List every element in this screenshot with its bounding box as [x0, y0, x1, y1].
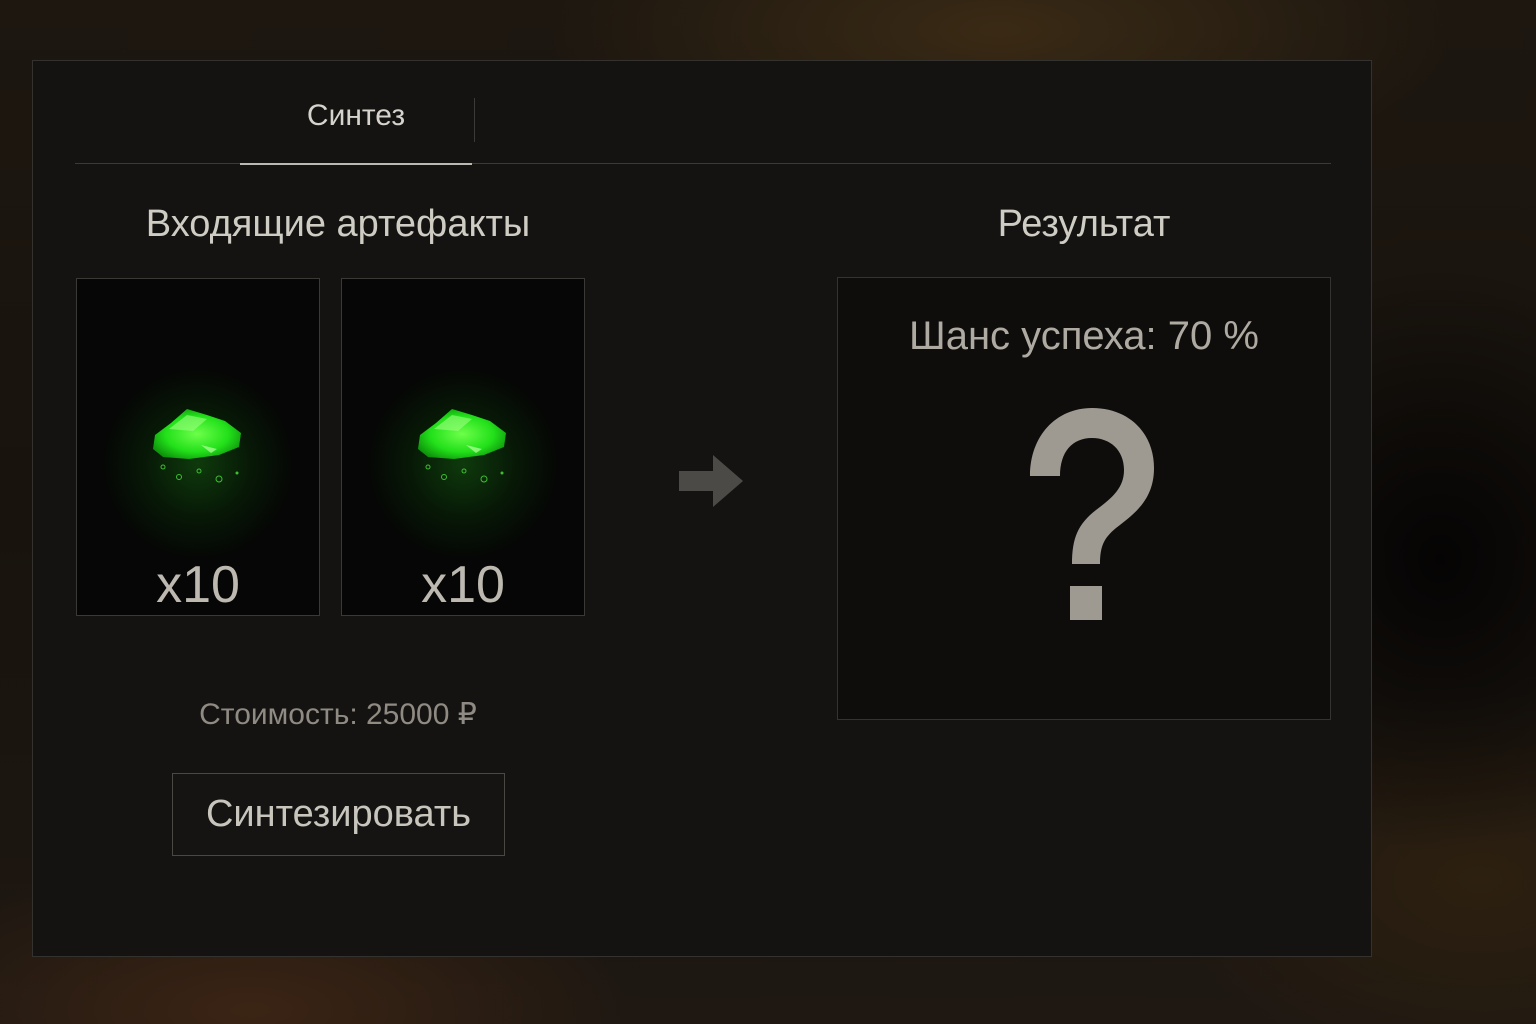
- green-crystal-icon: [153, 409, 241, 483]
- synthesis-panel: Синтез Входящие артефакты Результат x10: [32, 60, 1372, 957]
- green-crystal-icon: [418, 409, 506, 483]
- artifact-slot-1[interactable]: x10: [76, 278, 320, 616]
- artifact-quantity: x10: [421, 556, 505, 614]
- tab-separator: [474, 98, 475, 142]
- synthesize-button[interactable]: Синтезировать: [172, 773, 505, 856]
- artifact-quantity: x10: [156, 556, 240, 614]
- tab-synthesis[interactable]: Синтез: [240, 91, 472, 165]
- result-slot: Шанс успеха: 70 %: [837, 277, 1331, 720]
- tab-synthesis-label: Синтез: [306, 99, 406, 132]
- result-title: Результат: [997, 203, 1171, 245]
- synthesis-cost: Стоимость: 25000 ₽: [199, 698, 477, 731]
- question-mark-icon: [1030, 408, 1154, 620]
- incoming-artifacts-title: Входящие артефакты: [145, 203, 531, 245]
- artifact-slot-2[interactable]: x10: [341, 278, 585, 616]
- active-tab-underline: [240, 163, 472, 165]
- success-chance: Шанс успеха: 70 %: [909, 314, 1259, 358]
- arrow-right-icon: [679, 455, 743, 507]
